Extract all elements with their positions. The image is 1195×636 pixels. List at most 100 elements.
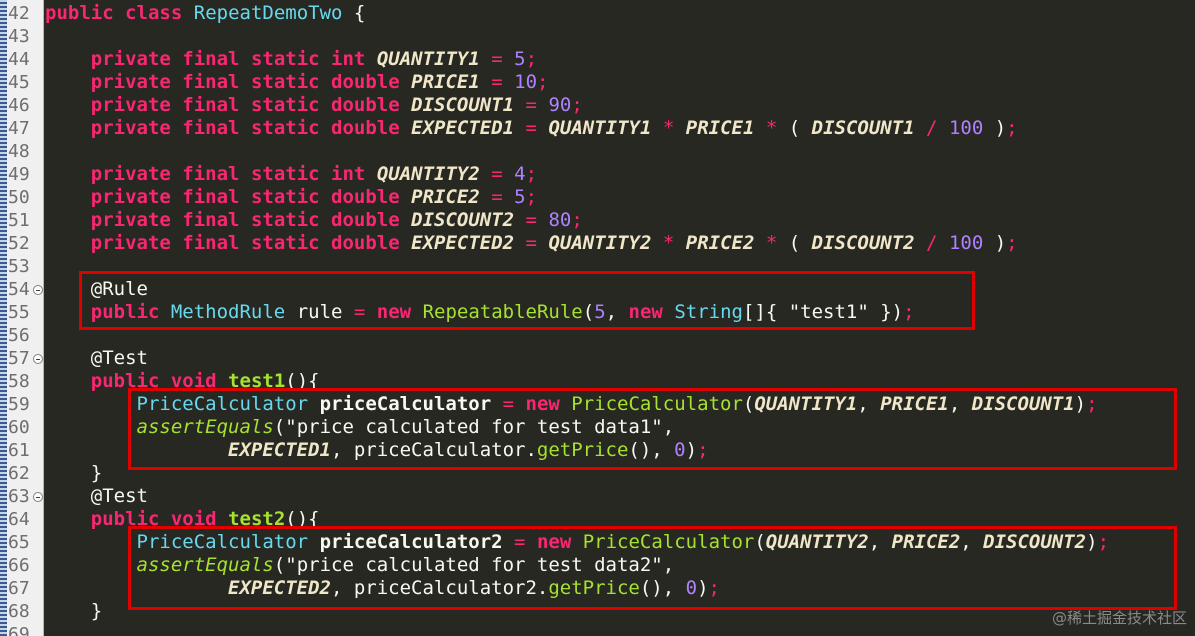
code-token: = — [525, 232, 537, 254]
code-line[interactable]: 45 private final static double PRICE1 = … — [0, 71, 1195, 94]
code-editor[interactable]: 42 public class RepeatDemoTwo {43 44 priva… — [0, 0, 1195, 636]
fold-toggle-icon[interactable] — [33, 354, 43, 364]
line-number: 42 — [8, 3, 30, 24]
line-number: 46 — [8, 95, 30, 116]
code-text: private final static double DISCOUNT1 = … — [45, 94, 583, 117]
code-line[interactable]: 49 private final static int QUANTITY2 = … — [0, 163, 1195, 186]
code-token: DISCOUNT2 — [811, 232, 915, 254]
highlight-box-rule — [79, 271, 975, 330]
code-token: = — [491, 163, 503, 185]
code-token: ( — [777, 117, 812, 139]
code-token: 4 — [514, 163, 526, 185]
code-token: ; — [1006, 117, 1018, 139]
code-token: static — [250, 117, 320, 139]
code-line[interactable]: 46 private final static double DISCOUNT1… — [0, 94, 1195, 117]
fold-toggle-icon[interactable] — [33, 492, 43, 502]
code-token: private — [90, 232, 171, 254]
code-token: QUANTITY1 — [376, 48, 480, 70]
code-line[interactable]: 47 private final static double EXPECTED1… — [0, 117, 1195, 140]
code-token: 5 — [514, 48, 526, 70]
code-token: = — [491, 48, 503, 70]
code-token: } — [45, 600, 103, 622]
code-token: double — [331, 186, 400, 208]
line-number: 50 — [8, 187, 30, 208]
line-number: 52 — [8, 233, 30, 254]
code-token: ) — [983, 117, 1007, 139]
code-token: RepeatDemoTwo — [193, 2, 343, 24]
line-number: 61 — [8, 440, 30, 461]
code-token: PRICE2 — [411, 186, 480, 208]
code-token: EXPECTED1 — [411, 117, 515, 139]
code-token: EXPECTED2 — [411, 232, 515, 254]
code-line[interactable]: 52 private final static double EXPECTED2… — [0, 232, 1195, 255]
code-line[interactable]: 48 — [0, 140, 1195, 163]
code-token: final — [182, 94, 240, 116]
line-number: 57 — [8, 348, 30, 369]
code-token: * — [765, 232, 778, 254]
code-token: 100 — [948, 232, 984, 254]
code-line[interactable]: 44 private final static int QUANTITY1 = … — [0, 48, 1195, 71]
code-token: * — [662, 232, 675, 254]
code-token: DISCOUNT1 — [411, 94, 515, 116]
line-number: 55 — [8, 302, 30, 323]
code-line[interactable]: 42 public class RepeatDemoTwo { — [0, 2, 1195, 25]
line-number: 45 — [8, 72, 30, 93]
code-token: QUANTITY1 — [548, 117, 652, 139]
code-line[interactable]: 63 @Test — [0, 485, 1195, 508]
code-token: ; — [571, 209, 583, 231]
code-token: private — [90, 186, 171, 208]
code-token: ; — [525, 186, 538, 208]
code-token: ; — [571, 94, 583, 116]
line-number: 67 — [8, 578, 30, 599]
code-token: public — [45, 2, 114, 24]
code-token: PRICE2 — [685, 232, 755, 254]
code-token: ; — [537, 71, 549, 93]
code-line[interactable]: 69 — [0, 623, 1195, 636]
code-line[interactable]: 50 private final static double PRICE2 = … — [0, 186, 1195, 209]
code-text: private final static double EXPECTED2 = … — [45, 232, 1018, 255]
code-token: final — [182, 209, 240, 231]
line-number: 44 — [8, 49, 30, 70]
code-token: 5 — [514, 186, 526, 208]
code-text: public class RepeatDemoTwo { — [45, 2, 365, 25]
code-line[interactable]: 57 @Test — [0, 347, 1195, 370]
code-token: @Test — [90, 485, 148, 507]
code-token: DISCOUNT2 — [411, 209, 515, 231]
code-token: private — [90, 48, 171, 70]
code-token: static — [250, 94, 320, 116]
code-line[interactable]: 43 — [0, 25, 1195, 48]
code-token: double — [331, 209, 400, 231]
code-line[interactable]: 51 private final static double DISCOUNT2… — [0, 209, 1195, 232]
fold-toggle-icon[interactable] — [33, 285, 43, 295]
